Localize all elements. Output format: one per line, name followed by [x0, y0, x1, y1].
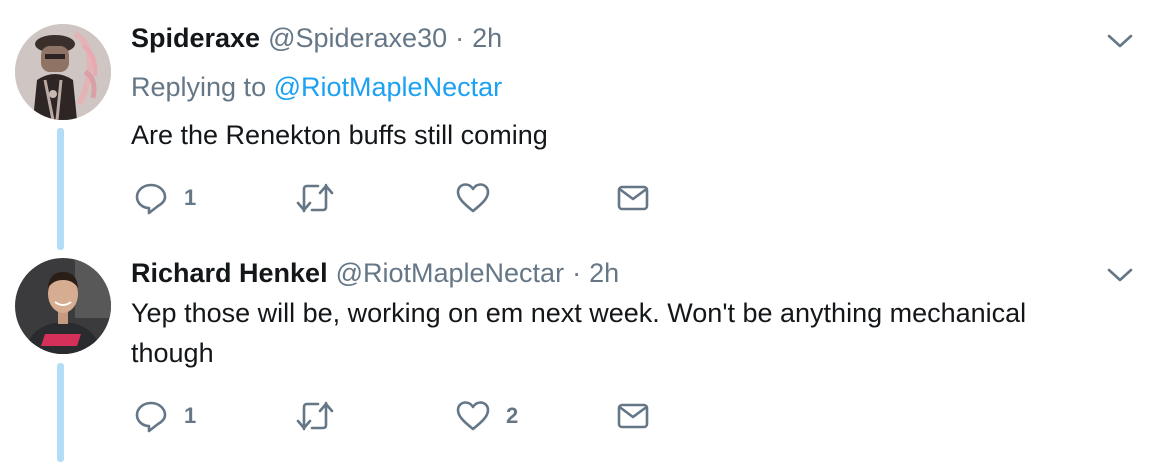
- message-icon: [616, 401, 650, 431]
- direct-message-button[interactable]: [616, 178, 650, 218]
- like-icon: [456, 400, 490, 432]
- like-button[interactable]: 2: [456, 396, 518, 436]
- timestamp[interactable]: 2h: [472, 23, 502, 54]
- user-handle[interactable]: @Spideraxe30: [268, 23, 447, 54]
- separator-dot: ·: [455, 22, 465, 53]
- reply-icon: [134, 181, 168, 215]
- like-button[interactable]: [456, 178, 506, 218]
- separator-dot: ·: [572, 257, 582, 288]
- retweet-icon: [296, 181, 334, 215]
- direct-message-button[interactable]: [616, 396, 650, 436]
- replying-prefix: Replying to: [131, 72, 267, 102]
- avatar-image: [15, 258, 111, 354]
- reply-button[interactable]: 1: [134, 178, 196, 218]
- tweet-header: Richard Henkel @RiotMapleNectar · 2h: [131, 255, 619, 291]
- timestamp[interactable]: 2h: [589, 258, 619, 289]
- tweet-text: Yep those will be, working on em next we…: [131, 293, 1091, 373]
- user-handle[interactable]: @RiotMapleNectar: [336, 258, 565, 289]
- retweet-button[interactable]: [296, 178, 350, 218]
- more-options-button[interactable]: [1100, 260, 1140, 290]
- like-icon: [456, 182, 490, 214]
- display-name[interactable]: Spideraxe: [131, 23, 260, 54]
- avatar[interactable]: [15, 258, 111, 354]
- tweet-text: Are the Renekton buffs still coming: [131, 120, 548, 150]
- tweet-text-line-2: though: [131, 338, 214, 368]
- reply-count: 1: [184, 185, 197, 210]
- thread-line: [57, 363, 64, 462]
- display-name[interactable]: Richard Henkel: [131, 258, 328, 289]
- reply-count: 1: [184, 403, 197, 428]
- retweet-button[interactable]: [296, 396, 350, 436]
- avatar[interactable]: [15, 24, 111, 120]
- tweet-spideraxe[interactable]: Spideraxe @Spideraxe30 · 2h Replying to …: [0, 0, 1168, 250]
- avatar-image: [15, 24, 111, 120]
- replying-to: Replying to @RiotMapleNectar: [131, 72, 502, 103]
- thread-line: [57, 128, 64, 250]
- chevron-down-icon: [1107, 268, 1133, 282]
- tweet-header: Spideraxe @Spideraxe30 · 2h: [131, 20, 502, 56]
- like-count: 2: [506, 403, 519, 428]
- retweet-icon: [296, 399, 334, 433]
- message-icon: [616, 183, 650, 213]
- reply-icon: [134, 399, 168, 433]
- chevron-down-icon: [1107, 34, 1133, 48]
- tweet-text-line-1: Yep those will be, working on em next we…: [131, 298, 1027, 328]
- more-options-button[interactable]: [1100, 26, 1140, 56]
- mention-link[interactable]: @RiotMapleNectar: [274, 72, 503, 102]
- tweet-richard-henkel[interactable]: Richard Henkel @RiotMapleNectar · 2h Yep…: [0, 250, 1168, 462]
- reply-button[interactable]: 1: [134, 396, 196, 436]
